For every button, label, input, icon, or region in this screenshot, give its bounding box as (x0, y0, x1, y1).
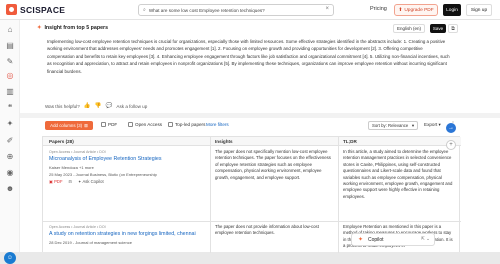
extension-icon[interactable]: ⊕ (5, 152, 15, 162)
sort-by-label: Sort by: Relevance (372, 123, 409, 128)
copilot-bar[interactable]: ✦ Copilot ⇱ ⌄ (351, 233, 435, 246)
checkbox-icon (128, 122, 133, 127)
language-select[interactable]: English (en) (393, 24, 426, 33)
sparkle-icon: ✦ (37, 25, 42, 31)
tldr-cell: In this article, a study aimed to determ… (343, 149, 453, 199)
document-icon[interactable]: ▥ (5, 87, 15, 97)
ask-follow-up-link[interactable]: Ask a follow up (116, 104, 147, 109)
scroll-right-button[interactable]: → (446, 123, 456, 133)
pdf-label: PDF (54, 179, 63, 184)
column-header-papers[interactable]: Papers (28) (49, 139, 74, 144)
paraphrase-icon[interactable]: ✦ (5, 119, 15, 129)
main-content: ✦ Insight from top 5 papers English (en)… (20, 20, 500, 253)
pricing-link[interactable]: Pricing (370, 6, 387, 12)
feedback-row: Was this helpful? 👍 👎 💬 Ask a follow up (45, 103, 147, 109)
insight-paragraph: Implementing low-cost employee retention… (47, 39, 450, 74)
upgrade-button[interactable]: ⬆ Upgrade PDF (394, 4, 438, 16)
user-avatar[interactable]: ☺ (4, 252, 16, 264)
library-icon[interactable]: ▤ (5, 41, 15, 51)
insight-title: Insight from top 5 papers (44, 25, 109, 31)
home-icon[interactable]: ⌂ (5, 25, 15, 35)
chevron-down-icon: ▾ (411, 123, 414, 128)
column-divider (338, 137, 339, 253)
helpful-label: Was this helpful? (45, 103, 80, 109)
logo[interactable]: SCISPACE (6, 4, 65, 15)
insight-header: ✦ Insight from top 5 papers (37, 25, 108, 31)
paper-actions: ▣ PDF ⊟ ✦ Ask Copilot (49, 179, 104, 184)
copy-icon[interactable]: ⧉ (448, 24, 458, 33)
paper-meta: Open Access • Journal Article • DOI (49, 225, 106, 229)
thumbs-up-icon[interactable]: 👍 (84, 103, 91, 109)
insight-cell: The paper does not specifically mention … (215, 149, 331, 180)
top-papers-label: Top-led papers (175, 122, 206, 127)
pdf-filter-label: PDF (108, 122, 118, 127)
paper-date: 25 May 2023 - Journal Business, Biotic (… (49, 172, 157, 177)
top-papers-filter[interactable]: Top-led papers (168, 122, 205, 127)
ask-copilot-button[interactable]: ✦ Ask Copilot (78, 179, 104, 184)
paper-title[interactable]: A study on retention strategies in new f… (49, 231, 207, 238)
column-header-tldr[interactable]: TL;DR (343, 139, 357, 144)
column-header-insights[interactable]: Insights (215, 139, 233, 144)
column-divider (210, 137, 211, 253)
login-button[interactable]: Login (443, 4, 461, 16)
add-columns-label: Add columns (3) (50, 123, 83, 128)
bookmark-icon[interactable]: ⊟ (69, 179, 73, 184)
citation-icon[interactable]: ❝ (5, 103, 15, 113)
left-sidebar: ⌂ ▤ ✎ ◎ ▥ ❝ ✦ ✐ ⊕ ◉ ☻ ☺ (0, 20, 20, 264)
save-button[interactable]: Save (430, 24, 446, 33)
thumbs-down-icon[interactable]: 👎 (95, 103, 102, 109)
discord-icon[interactable]: ☻ (5, 184, 15, 194)
row-divider (43, 221, 461, 222)
signup-button[interactable]: Sign up (466, 4, 492, 16)
search-input[interactable]: ⌕ What are some low cost Employee retent… (138, 4, 334, 16)
table-header: Papers (28) Insights TL;DR (43, 137, 461, 146)
open-access-filter[interactable]: Open Access (128, 122, 162, 127)
copilot-window-controls[interactable]: ⇱ ⌄ (421, 236, 430, 242)
checkbox-icon (168, 122, 173, 127)
export-button[interactable]: Export ▾ (424, 122, 441, 128)
chrome-icon[interactable]: ◉ (5, 168, 15, 178)
paper-title[interactable]: Microanalysis of Employee Retention Stra… (49, 156, 207, 163)
app-window: SCISPACE ⌕ What are some low cost Employ… (0, 0, 500, 264)
search-icon: ⌕ (143, 7, 146, 13)
sort-by-select[interactable]: Sort by: Relevance ▾ (368, 121, 418, 130)
literature-review-icon[interactable]: ◎ (5, 71, 15, 81)
add-column-plus-button[interactable]: + (446, 140, 456, 150)
export-label: Export (424, 122, 438, 127)
logo-text: SCISPACE (20, 4, 66, 15)
chat-bubble-icon: 💬 (105, 103, 113, 109)
chat-icon[interactable]: ✎ (5, 57, 15, 67)
copilot-icon: ✦ (358, 237, 364, 243)
open-access-label: Open Access (135, 122, 163, 127)
paper-authors[interactable]: Kaiser Mendoza +1 more (49, 165, 94, 170)
close-icon: ⊠ (84, 122, 88, 128)
top-bar: SCISPACE ⌕ What are some low cost Employ… (0, 0, 500, 20)
paper-meta: Open Access • Journal Article • DOI (49, 150, 106, 154)
results-toolbar: Add columns (3) ⊠ PDF Open Access Top-le… (20, 119, 500, 133)
checkbox-icon (101, 122, 106, 127)
ask-copilot-label: Ask Copilot (82, 179, 104, 184)
pdf-button[interactable]: ▣ PDF (49, 179, 63, 184)
pdf-filter[interactable]: PDF (101, 122, 117, 127)
copilot-label: Copilot (368, 236, 384, 243)
insight-cell: The paper does not provide information a… (215, 224, 319, 236)
logo-icon (6, 4, 17, 15)
search-query: What are some low cost Employee retentio… (148, 7, 265, 13)
paper-date: 28 Dec 2019 - Journal of management scie… (49, 240, 132, 245)
clear-search-icon[interactable]: × (325, 6, 329, 12)
upgrade-label: Upgrade PDF (404, 7, 434, 13)
upgrade-icon: ⬆ (398, 7, 403, 13)
add-columns-button[interactable]: Add columns (3) ⊠ (45, 121, 93, 130)
pen-icon[interactable]: ✐ (5, 136, 15, 146)
more-filters-link[interactable]: More filters (206, 122, 229, 127)
section-divider (20, 113, 500, 118)
